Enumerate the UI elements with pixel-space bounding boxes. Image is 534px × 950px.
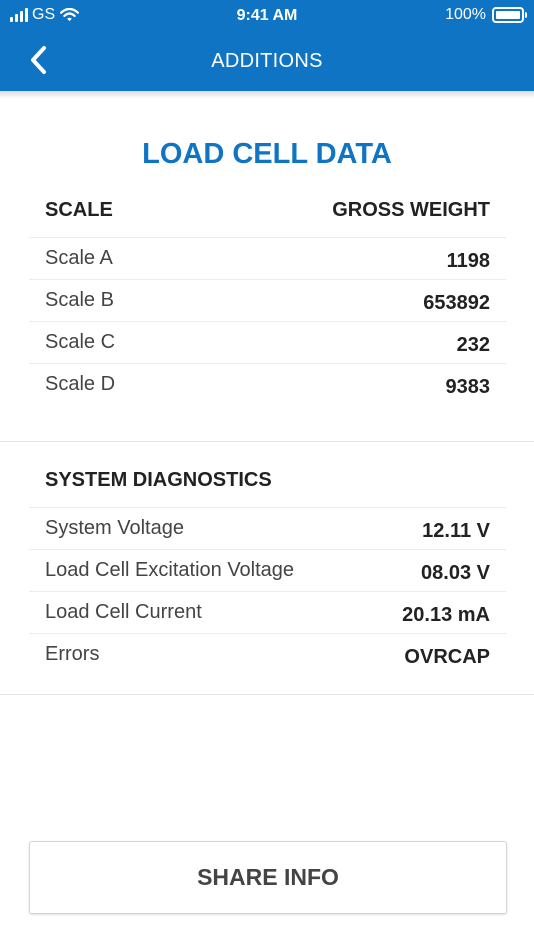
- row-label: Scale D: [45, 373, 116, 395]
- scale-column-header: SCALE: [45, 198, 113, 221]
- row-label: System Voltage: [45, 517, 184, 539]
- row-value: 653892: [423, 292, 490, 314]
- row-value: 1198: [446, 250, 490, 272]
- battery-percent: 100%: [445, 6, 486, 23]
- header-shadow: [0, 91, 534, 99]
- diagnostics-header-row: SYSTEM DIAGNOSTICS: [29, 453, 506, 507]
- status-right: 100%: [445, 6, 527, 24]
- row-label: Load Cell Current: [45, 601, 202, 623]
- table-row: Load Cell Excitation Voltage 08.03 V: [29, 549, 506, 591]
- diagnostics-table: SYSTEM DIAGNOSTICS System Voltage 12.11 …: [29, 453, 506, 675]
- section-divider: [0, 694, 534, 695]
- table-row: Scale C 232: [29, 321, 506, 363]
- row-label: Errors: [45, 643, 100, 665]
- table-row: System Voltage 12.11 V: [29, 507, 506, 549]
- battery-icon: [492, 7, 527, 23]
- table-row: Load Cell Current 20.13 mA: [29, 591, 506, 633]
- load-cell-title: LOAD CELL DATA: [142, 138, 392, 170]
- row-value: 08.03 V: [421, 562, 490, 584]
- row-value: 20.13 mA: [402, 604, 490, 626]
- table-row: Scale A 1198: [29, 237, 506, 279]
- load-cell-header-row: SCALE GROSS WEIGHT: [29, 183, 506, 237]
- row-value: 232: [456, 334, 490, 356]
- row-label: Scale A: [45, 247, 113, 269]
- table-row: Scale D 9383: [29, 363, 506, 405]
- diagnostics-title: SYSTEM DIAGNOSTICS: [45, 468, 272, 491]
- status-bar: GS 9:41 AM 100%: [0, 0, 534, 32]
- share-info-button[interactable]: SHARE INFO: [29, 841, 507, 914]
- row-value: OVRCAP: [404, 646, 490, 668]
- table-row: Scale B 653892: [29, 279, 506, 321]
- row-label: Scale B: [45, 289, 114, 311]
- row-value: 12.11 V: [422, 520, 490, 542]
- row-label: Scale C: [45, 331, 116, 353]
- load-cell-table: SCALE GROSS WEIGHT Scale A 1198 Scale B …: [29, 183, 506, 405]
- table-row: Errors OVRCAP: [29, 633, 506, 675]
- gross-weight-column-header: GROSS WEIGHT: [332, 198, 490, 221]
- row-value: 9383: [445, 376, 491, 398]
- app-header: GS 9:41 AM 100% ADDITIONS: [0, 0, 534, 91]
- row-label: Load Cell Excitation Voltage: [45, 559, 295, 581]
- battery-level: [496, 11, 520, 19]
- page-title: ADDITIONS: [211, 50, 323, 72]
- section-divider: [0, 441, 534, 442]
